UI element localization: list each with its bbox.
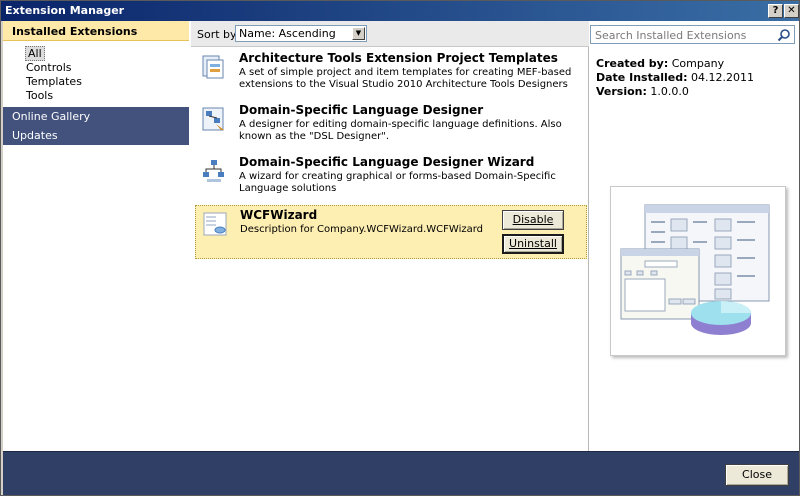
preview-image bbox=[610, 186, 786, 356]
extension-item[interactable]: Architecture Tools Extension Project Tem… bbox=[195, 49, 587, 101]
extension-list-panel: Sort by: Name: Ascending ▼ Architecture … bbox=[191, 21, 589, 451]
extension-name: WCFWizard bbox=[240, 208, 318, 222]
nav-empty-area bbox=[3, 145, 189, 451]
footer-bar: Close bbox=[3, 451, 799, 495]
extension-manager-window: Extension Manager ? ✕ Installed Extensio… bbox=[0, 0, 800, 496]
extension-name: Domain-Specific Language Designer bbox=[239, 103, 484, 117]
sort-value: Name: Ascending bbox=[239, 27, 336, 40]
nav-updates[interactable]: Updates bbox=[3, 126, 189, 145]
uninstall-button[interactable]: Uninstall bbox=[502, 234, 564, 254]
nav-item-tools[interactable]: Tools bbox=[26, 89, 53, 102]
search-icon[interactable] bbox=[777, 28, 791, 42]
date-installed-label: Date Installed: bbox=[596, 71, 688, 84]
main-area: Installed Extensions All Controls Templa… bbox=[3, 21, 799, 451]
created-by-label: Created by: bbox=[596, 57, 669, 70]
version-row: Version: 1.0.0.0 bbox=[596, 85, 754, 99]
close-window-button[interactable]: ✕ bbox=[784, 4, 799, 18]
extension-item[interactable]: Domain-Specific Language Designer Wizard… bbox=[195, 153, 587, 205]
wcf-wizard-icon bbox=[203, 212, 227, 236]
dsl-wizard-icon bbox=[203, 160, 224, 182]
disable-button-label: Disable bbox=[512, 213, 554, 226]
date-installed-value: 04.12.2011 bbox=[691, 71, 755, 84]
extension-description: A set of simple project and item templat… bbox=[239, 67, 572, 90]
sort-bar: Sort by: Name: Ascending ▼ bbox=[191, 21, 589, 47]
extension-name: Architecture Tools Extension Project Tem… bbox=[239, 51, 558, 65]
preview-illustration bbox=[620, 204, 770, 335]
search-input[interactable]: Search Installed Extensions bbox=[590, 25, 795, 44]
version-value: 1.0.0.0 bbox=[650, 85, 689, 98]
sort-label: Sort by: bbox=[197, 28, 240, 41]
close-button[interactable]: Close bbox=[725, 464, 789, 486]
nav-item-templates[interactable]: Templates bbox=[26, 75, 82, 88]
details-panel: Search Installed Extensions Created by: … bbox=[590, 21, 799, 451]
chevron-down-icon[interactable]: ▼ bbox=[352, 27, 365, 40]
extension-description: A wizard for creating graphical or forms… bbox=[239, 171, 556, 194]
extension-description: A designer for editing domain-specific l… bbox=[239, 119, 562, 142]
sort-dropdown[interactable]: Name: Ascending ▼ bbox=[235, 25, 367, 42]
title-bar: Extension Manager ? ✕ bbox=[1, 1, 799, 21]
extension-name: Domain-Specific Language Designer Wizard bbox=[239, 155, 535, 169]
project-templates-icon bbox=[202, 55, 224, 79]
search-placeholder: Search Installed Extensions bbox=[595, 29, 747, 42]
extension-item-selected[interactable]: WCFWizard Description for Company.WCFWiz… bbox=[195, 205, 587, 259]
version-label: Version: bbox=[596, 85, 647, 98]
extension-details: Created by: Company Date Installed: 04.1… bbox=[596, 57, 754, 99]
uninstall-button-label: Uninstall bbox=[509, 237, 557, 250]
dsl-designer-icon bbox=[202, 107, 224, 131]
extension-item[interactable]: Domain-Specific Language Designer A desi… bbox=[195, 101, 587, 153]
date-installed-row: Date Installed: 04.12.2011 bbox=[596, 71, 754, 85]
created-by-row: Created by: Company bbox=[596, 57, 754, 71]
nav-online-gallery[interactable]: Online Gallery bbox=[3, 107, 189, 126]
left-nav: Installed Extensions All Controls Templa… bbox=[3, 21, 189, 451]
created-by-value: Company bbox=[671, 57, 725, 70]
window-title: Extension Manager bbox=[5, 4, 125, 17]
installed-section: Installed Extensions All Controls Templa… bbox=[3, 21, 189, 107]
nav-item-all[interactable]: All bbox=[25, 46, 45, 61]
help-button[interactable]: ? bbox=[768, 4, 783, 18]
nav-item-controls[interactable]: Controls bbox=[26, 61, 72, 74]
disable-button[interactable]: Disable bbox=[502, 210, 564, 230]
nav-installed-extensions[interactable]: Installed Extensions bbox=[3, 21, 189, 41]
